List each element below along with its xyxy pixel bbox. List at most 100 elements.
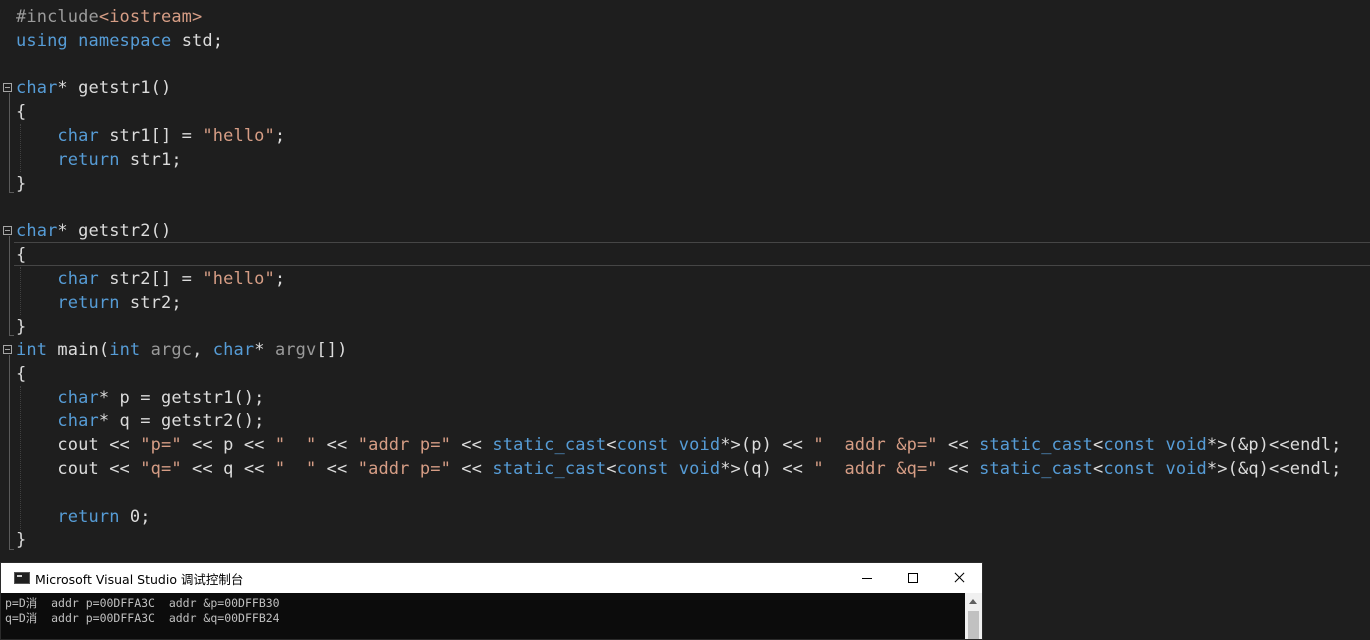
code-line-using[interactable]: using namespace std; <box>16 29 223 53</box>
console-scrollbar[interactable] <box>965 593 982 639</box>
string-literal: " " <box>274 435 317 455</box>
keyword: int <box>109 340 141 360</box>
preprocessor-directive: #include <box>16 7 99 27</box>
code-text: main( <box>47 340 110 360</box>
keyword: static_cast <box>979 459 1093 479</box>
include-header: <iostream> <box>98 7 203 27</box>
code-text: * <box>254 340 275 360</box>
code-text: } <box>16 317 27 337</box>
code-text: , <box>192 340 213 360</box>
code-text: < <box>606 459 617 479</box>
keyword: void <box>678 459 721 479</box>
keyword: static_cast <box>492 459 607 479</box>
code-line-q-decl[interactable]: char* q = getstr2(); <box>16 409 265 433</box>
code-text: []) <box>316 340 348 360</box>
code-text: < <box>1092 459 1104 479</box>
code-text: * p = getstr1(); <box>98 388 265 408</box>
console-output-line: q=D消 addr p=00DFFA3C addr &q=00DFFB24 <box>5 611 280 625</box>
code-text: < <box>606 435 617 455</box>
code-line-return-str2[interactable]: return str2; <box>16 291 182 315</box>
code-line-return-0[interactable]: return 0; <box>16 505 151 529</box>
outline-guide-end <box>9 335 14 336</box>
close-button[interactable] <box>936 563 982 593</box>
keyword: int <box>16 340 48 360</box>
code-text: << <box>937 459 980 479</box>
collapse-icon[interactable] <box>3 345 12 354</box>
code-line-return-str1[interactable]: return str1; <box>16 148 182 172</box>
current-line-highlight <box>14 242 1370 266</box>
string-literal: "p=" <box>140 435 182 455</box>
parameter-name: argv <box>274 340 317 360</box>
outline-guide <box>9 236 10 335</box>
keyword: const <box>616 459 669 479</box>
debug-console-window[interactable]: Microsoft Visual Studio 调试控制台 p=D消 addr … <box>0 562 983 640</box>
keyword: void <box>1165 459 1207 479</box>
console-app-icon <box>14 572 30 584</box>
code-line-main-signature[interactable]: int main(int argc, char* argv[]) <box>16 338 347 362</box>
code-line-brace[interactable]: } <box>16 172 26 196</box>
code-text: << <box>316 435 358 455</box>
code-line-brace[interactable]: } <box>16 528 26 552</box>
scroll-thumb[interactable] <box>968 611 979 639</box>
keyword: const <box>1103 459 1156 479</box>
keyword: return <box>57 293 120 313</box>
string-literal: "addr p=" <box>357 435 451 455</box>
code-line-cout-p[interactable]: cout << "p=" << p << " " << "addr p=" <<… <box>16 433 1342 457</box>
code-line-brace[interactable]: { <box>16 243 26 267</box>
code-line-include[interactable]: #include<iostream> <box>16 5 202 29</box>
keyword: char <box>57 388 99 408</box>
keyword: char <box>212 340 255 360</box>
code-text: *>(p) << <box>720 435 814 455</box>
keyword: char <box>57 411 99 431</box>
keyword: char <box>16 221 58 241</box>
code-text: << <box>937 435 980 455</box>
keyword: static_cast <box>492 435 607 455</box>
code-text: *>(q) << <box>720 459 814 479</box>
string-literal: "addr p=" <box>357 459 451 479</box>
code-line-cout-q[interactable]: cout << "q=" << q << " " << "addr p=" <<… <box>16 457 1342 481</box>
code-line-getstr1-signature[interactable]: char* getstr1() <box>16 76 171 100</box>
keyword: char <box>57 126 99 146</box>
scroll-up-arrow-icon[interactable] <box>969 599 977 604</box>
maximize-button[interactable] <box>890 563 936 593</box>
code-text: < <box>1092 435 1104 455</box>
code-line-str1-decl[interactable]: char str1[] = "hello"; <box>16 124 285 148</box>
code-line-brace[interactable]: { <box>16 362 26 386</box>
code-line-brace[interactable]: { <box>16 100 26 124</box>
console-output: p=D消 addr p=00DFFA3C addr &p=00DFFB30 q=D… <box>5 596 280 626</box>
code-text: str1[] = <box>98 126 203 146</box>
outline-guide-end <box>9 549 14 550</box>
code-text: ; <box>274 126 286 146</box>
code-text: } <box>16 174 27 194</box>
code-text: str2; <box>119 293 182 313</box>
code-line-getstr2-signature[interactable]: char* getstr2() <box>16 219 171 243</box>
keyword: static_cast <box>979 435 1093 455</box>
code-line-brace[interactable]: } <box>16 315 26 339</box>
console-output-line: p=D消 addr p=00DFFA3C addr &p=00DFFB30 <box>5 596 280 610</box>
keyword: using <box>16 31 68 51</box>
minimize-button[interactable] <box>844 563 890 593</box>
keyword: void <box>678 435 721 455</box>
code-line-str2-decl[interactable]: char str2[] = "hello"; <box>16 267 285 291</box>
code-text: cout << <box>57 435 141 455</box>
collapse-icon[interactable] <box>3 226 12 235</box>
outline-guide <box>9 93 10 192</box>
code-text: { <box>16 364 27 384</box>
code-editor[interactable]: #include<iostream> using namespace std; … <box>0 0 1370 562</box>
code-text: str1; <box>119 150 182 170</box>
code-text: << q << <box>181 459 275 479</box>
code-text: } <box>16 530 27 550</box>
string-literal: "hello" <box>202 269 275 289</box>
collapse-icon[interactable] <box>3 83 12 92</box>
keyword: return <box>57 150 120 170</box>
code-text: * getstr1() <box>57 78 172 98</box>
code-line-p-decl[interactable]: char* p = getstr1(); <box>16 386 265 410</box>
outline-guide <box>9 355 10 549</box>
code-text: << <box>316 459 358 479</box>
code-text: << p << <box>181 435 275 455</box>
console-titlebar[interactable]: Microsoft Visual Studio 调试控制台 <box>1 563 982 593</box>
string-literal: " addr &p=" <box>813 435 938 455</box>
